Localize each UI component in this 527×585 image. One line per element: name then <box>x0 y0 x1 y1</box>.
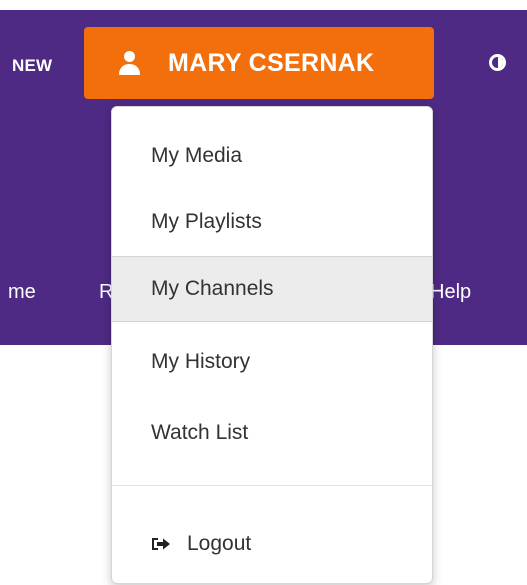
user-dropdown-menu: My Media My Playlists My Channels My His… <box>111 106 433 584</box>
top-strip <box>0 0 527 10</box>
user-menu-button[interactable]: MARY CSERNAK <box>84 27 434 99</box>
page: NEW MARY CSERNAK me R Help My Media My P… <box>0 0 527 585</box>
menu-item-label: Watch List <box>151 421 249 444</box>
menu-item-label: My History <box>151 350 251 373</box>
contrast-icon[interactable] <box>489 54 506 71</box>
menu-item-label: My Playlists <box>151 210 262 233</box>
new-link[interactable]: NEW <box>12 56 52 76</box>
nav-item-home[interactable]: me <box>8 281 36 304</box>
menu-item-label: My Channels <box>151 277 274 300</box>
user-name: MARY CSERNAK <box>168 48 375 77</box>
nav-item-help[interactable]: Help <box>430 281 471 304</box>
menu-item-label: My Media <box>151 144 243 167</box>
logout-label: Logout <box>187 532 252 555</box>
menu-item-logout[interactable]: Logout <box>112 511 432 577</box>
menu-item-my-history[interactable]: My History <box>112 329 432 395</box>
menu-item-my-playlists[interactable]: My Playlists <box>112 189 432 255</box>
menu-item-watch-list[interactable]: Watch List <box>112 400 432 466</box>
menu-item-my-media[interactable]: My Media <box>112 123 432 189</box>
user-icon <box>118 50 140 76</box>
menu-divider <box>112 485 432 486</box>
menu-item-my-channels[interactable]: My Channels <box>112 256 432 322</box>
sign-out-icon <box>152 538 170 550</box>
